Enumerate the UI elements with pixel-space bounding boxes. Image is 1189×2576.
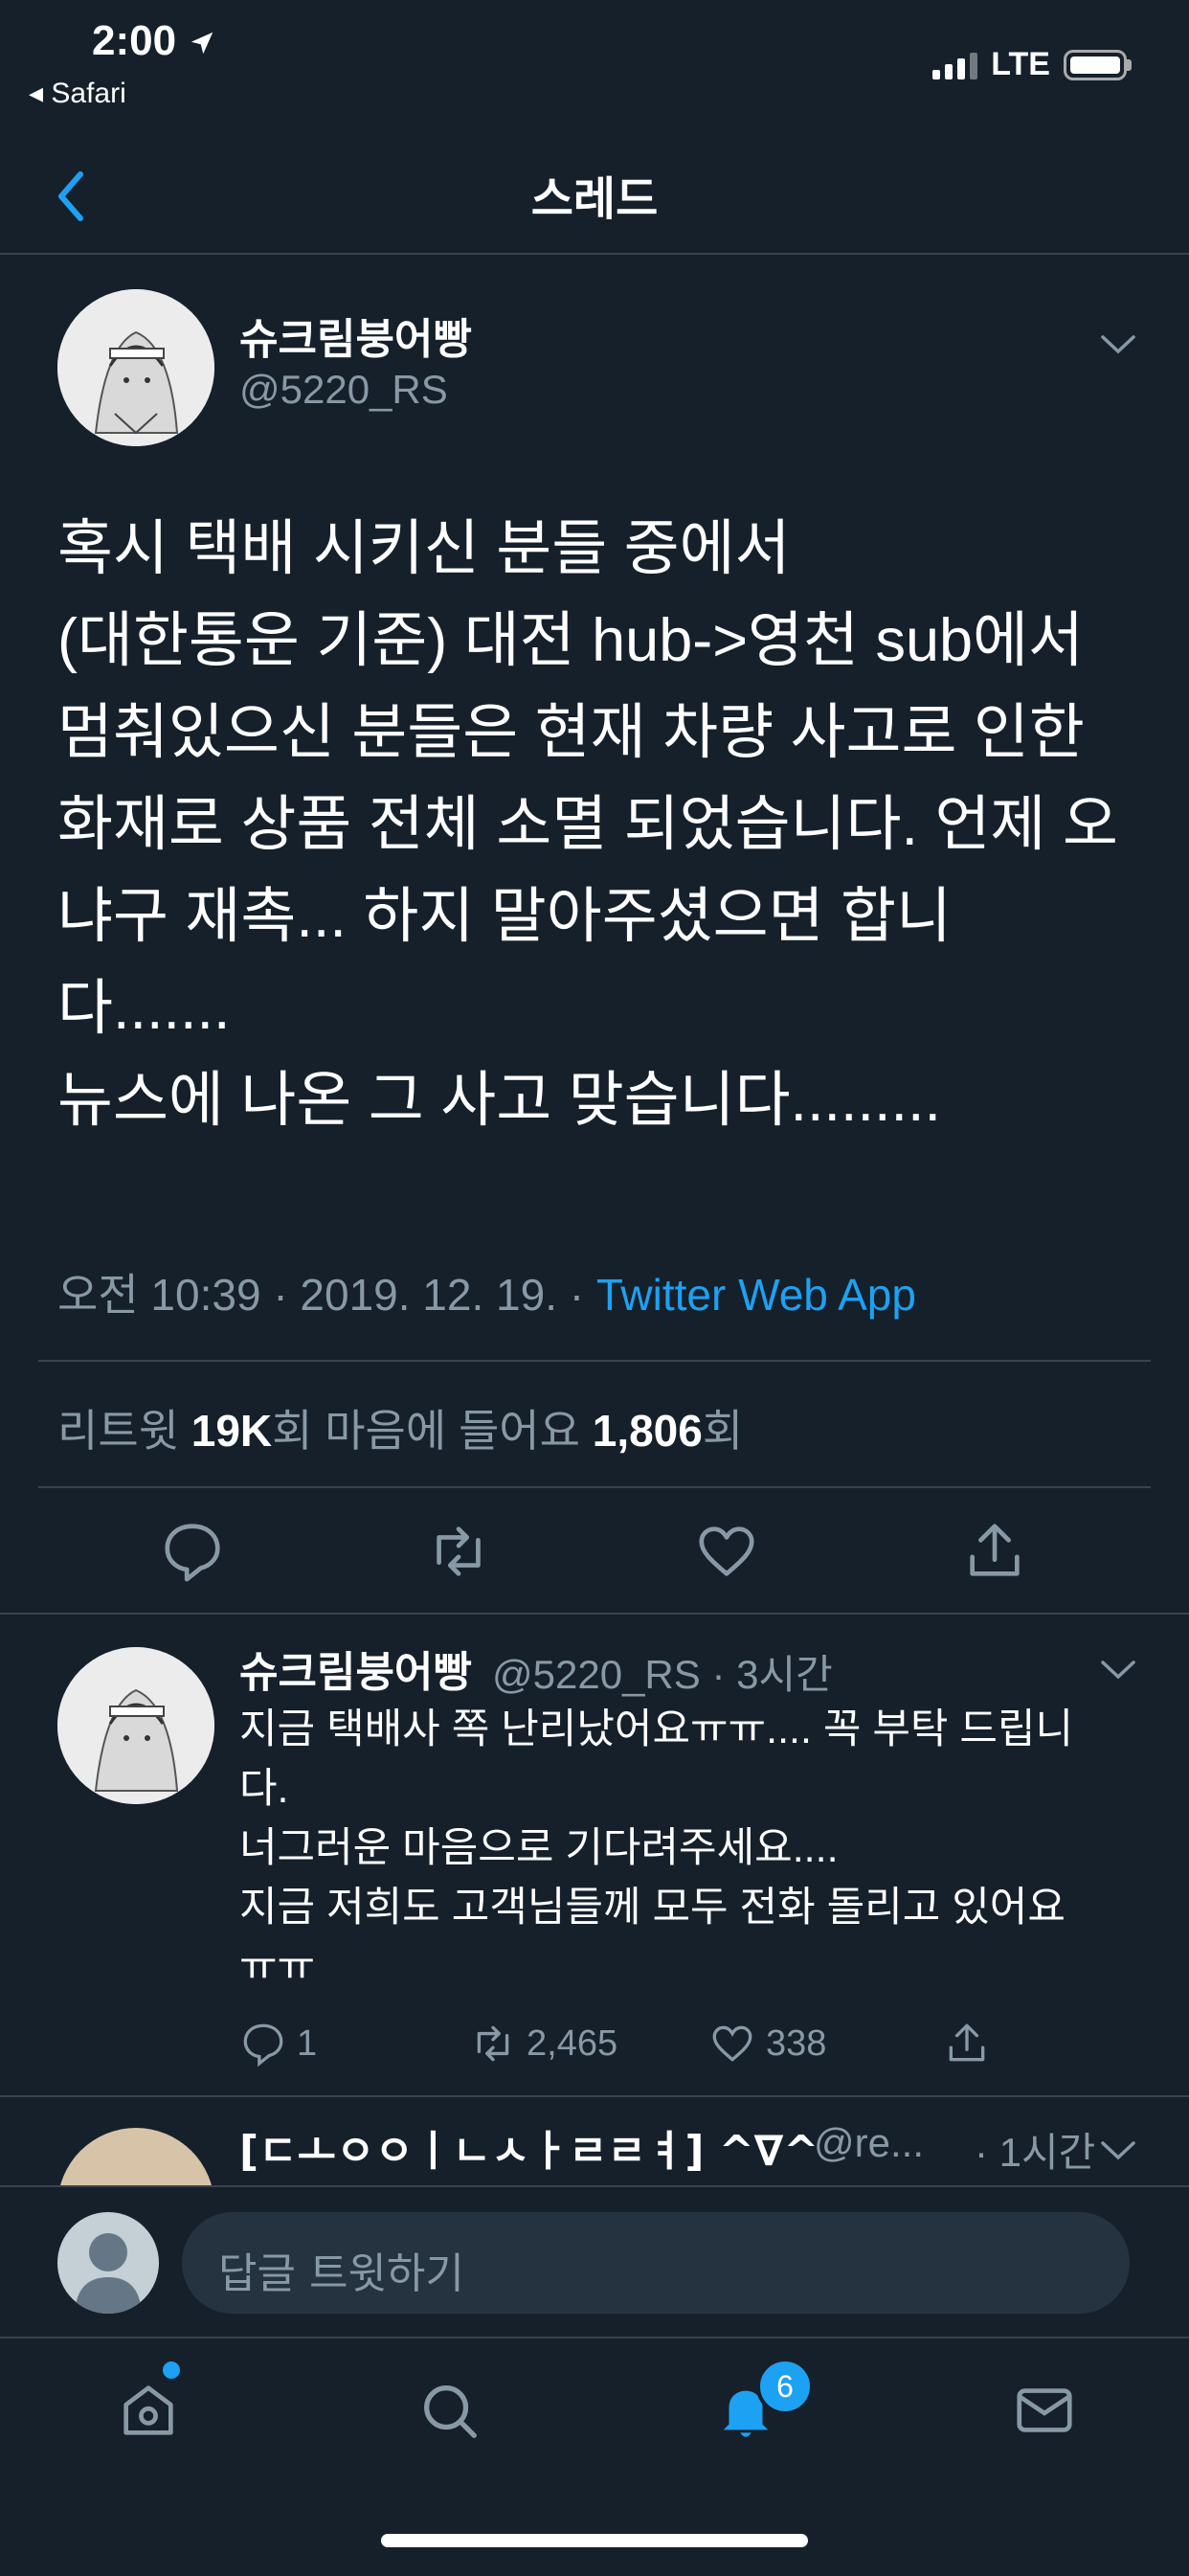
reply-count: 1 bbox=[297, 2022, 318, 2064]
reply-input[interactable]: 답글 트윗하기 bbox=[182, 2212, 1130, 2314]
default-avatar-icon bbox=[75, 2233, 142, 2314]
thread-header: 스레드 bbox=[0, 144, 1189, 255]
retweet-icon[interactable] bbox=[425, 1518, 492, 1585]
reply-share-button[interactable] bbox=[943, 2018, 991, 2069]
messages-mail-icon[interactable] bbox=[1011, 2377, 1078, 2444]
reply-reply-button[interactable]: 1 bbox=[239, 2018, 317, 2069]
tweet-meta: 오전 10:39 · 2019. 12. 19. · Twitter Web A… bbox=[57, 1260, 916, 1323]
status-time: 2:00 bbox=[92, 17, 216, 65]
author-handle[interactable]: @5220_RS bbox=[239, 367, 448, 413]
home-indicator[interactable] bbox=[381, 2534, 808, 2547]
notifications-badge: 6 bbox=[756, 2358, 814, 2415]
user-avatar[interactable] bbox=[57, 2212, 159, 2314]
chevron-down-icon[interactable] bbox=[1099, 333, 1137, 356]
share-icon bbox=[949, 2023, 985, 2062]
reply-icon[interactable] bbox=[159, 1518, 226, 1585]
chevron-down-icon[interactable] bbox=[1099, 1659, 1137, 1682]
like-count: 338 bbox=[766, 2022, 827, 2064]
retweet-count: 19K bbox=[191, 1406, 273, 1456]
reply-author-name[interactable]: 슈크림붕어빵 bbox=[239, 1638, 472, 1699]
like-count: 1,806 bbox=[592, 1406, 703, 1456]
tweet-stats[interactable]: 리트윗 19K회 마음에 들어요 1,806회 bbox=[57, 1396, 743, 1459]
tweet-timestamp: 오전 10:39 · 2019. 12. 19. · bbox=[57, 1270, 596, 1320]
reply-meta: @5220_RS · 3시간 bbox=[492, 1652, 833, 1697]
home-new-dot bbox=[163, 2361, 180, 2379]
reply-retweet-button[interactable]: 2,465 bbox=[469, 2018, 617, 2069]
chevron-down-icon[interactable] bbox=[1099, 2139, 1137, 2162]
reply-like-button[interactable]: 338 bbox=[708, 2018, 826, 2069]
divider bbox=[0, 1613, 1189, 1615]
reply-avatar[interactable] bbox=[57, 1647, 214, 1804]
home-icon[interactable] bbox=[115, 2377, 182, 2444]
location-arrow-icon bbox=[191, 33, 213, 55]
signal-icon bbox=[932, 51, 978, 79]
search-icon[interactable] bbox=[415, 2377, 482, 2444]
network-label: LTE bbox=[991, 46, 1050, 82]
like-heart-icon bbox=[712, 2025, 752, 2062]
reply-icon bbox=[243, 2023, 283, 2068]
author-avatar[interactable] bbox=[57, 289, 214, 446]
divider bbox=[38, 1360, 1151, 1362]
status-indicators: LTE bbox=[932, 46, 1132, 83]
reply-text: 지금 택배사 쪽 난리났어요ㅠㅠ.... 꼭 부탁 드립니 다. 너그러운 마음… bbox=[239, 1706, 1074, 1990]
next-reply-time: · 1시간 bbox=[975, 2130, 1096, 2175]
tweet-text: 혹시 택배 시키신 분들 중에서 (대한통운 기준) 대전 hub->영천 su… bbox=[57, 515, 1118, 1134]
retweet-icon bbox=[477, 2025, 509, 2062]
like-heart-icon[interactable] bbox=[693, 1518, 760, 1585]
divider bbox=[38, 1486, 1151, 1488]
reply-composer: 답글 트윗하기 bbox=[0, 2185, 1189, 2337]
back-to-safari-link[interactable]: ◂ Safari bbox=[29, 77, 126, 110]
next-reply-handle: @re... bbox=[814, 2120, 924, 2165]
battery-icon bbox=[1064, 49, 1132, 80]
retweet-count: 2,465 bbox=[527, 2022, 618, 2064]
page-title: 스레드 bbox=[530, 172, 659, 226]
tweet-source-link[interactable]: Twitter Web App bbox=[596, 1270, 916, 1320]
share-icon[interactable] bbox=[961, 1518, 1028, 1585]
next-reply-author-name[interactable]: [ㄷㅗㅇㅇㅣㄴㅅㅏㄹㄹㅕ] ^∇^ bbox=[239, 2116, 819, 2178]
author-name[interactable]: 슈크림붕어빵 bbox=[239, 305, 472, 366]
divider bbox=[0, 2095, 1189, 2097]
